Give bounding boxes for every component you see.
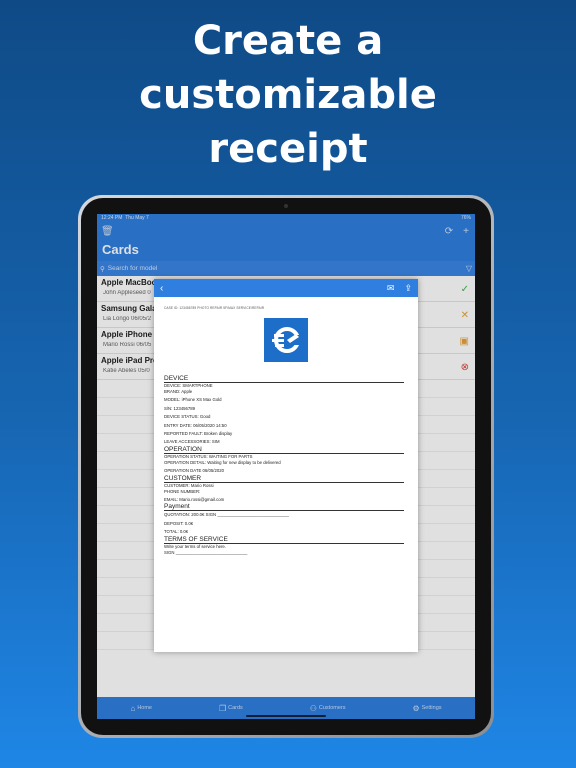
ipad-frame: 12:24 PM Thu May 7 76% 🗑 ⟳ + Cards ⚲ Sea… — [78, 195, 494, 738]
receipt-line: S/N: 123456789 — [164, 405, 196, 411]
headline-line-3: receipt — [208, 126, 368, 172]
receipt-line: SIGN ______________________________ — [164, 549, 248, 555]
receipt-line: ENTRY DATE: 06/05/2020 14:50 — [164, 422, 227, 428]
section-title-device: DEVICE — [164, 375, 404, 383]
ipad-bezel: 12:24 PM Thu May 7 76% 🗑 ⟳ + Cards ⚲ Sea… — [81, 198, 491, 735]
receipt-line: PHONE NUMBER: — [164, 488, 201, 494]
receipt-document: CASE ID: 123456789 PHOTO REPAIR 5F/MAX S… — [154, 297, 418, 557]
headline-line-1: Create a — [192, 18, 384, 64]
section-title-terms: TERMS OF SERVICE — [164, 536, 404, 544]
receipt-line: REPORTED FAULT: Broken display — [164, 431, 233, 437]
headline: Create a customizable receipt — [0, 14, 576, 176]
share-icon[interactable]: ⇪ — [404, 283, 412, 294]
receipt-line: DEPOSIT: 0.0€ — [164, 520, 194, 526]
receipt-line: QUOTATION: 200.0€ SIGN _________________… — [164, 512, 290, 518]
receipt-line: DEVICE STATUS: Good — [164, 414, 211, 420]
section-title-operation: OPERATION — [164, 446, 404, 454]
back-icon[interactable]: ‹ — [160, 283, 163, 294]
section-title-payment: Payment — [164, 504, 404, 512]
receipt-preview: ‹ ✉ ⇪ CASE ID: 123456789 PHOTO REPAIR 5F… — [154, 279, 418, 652]
app-screen: 12:24 PM Thu May 7 76% 🗑 ⟳ + Cards ⚲ Sea… — [97, 214, 475, 719]
shop-info: CASE ID: 123456789 PHOTO REPAIR 5F/MAX S… — [164, 306, 265, 310]
receipt-line: OPERATION DETAIL: Waiting for new displa… — [164, 459, 281, 465]
receipt-line: MODEL: iPhone XS Max Gold — [164, 397, 222, 403]
section-title-customer: CUSTOMER — [164, 475, 404, 483]
camera-dot — [284, 204, 288, 208]
mail-icon[interactable]: ✉ — [387, 283, 395, 294]
headline-line-2: customizable — [139, 72, 437, 118]
shop-logo — [264, 318, 308, 362]
receipt-line: BRAND: Apple — [164, 389, 193, 394]
receipt-toolbar: ‹ ✉ ⇪ — [154, 279, 418, 297]
receipt-line: EMAIL: Mario.rossi@gmail.com — [164, 497, 225, 503]
